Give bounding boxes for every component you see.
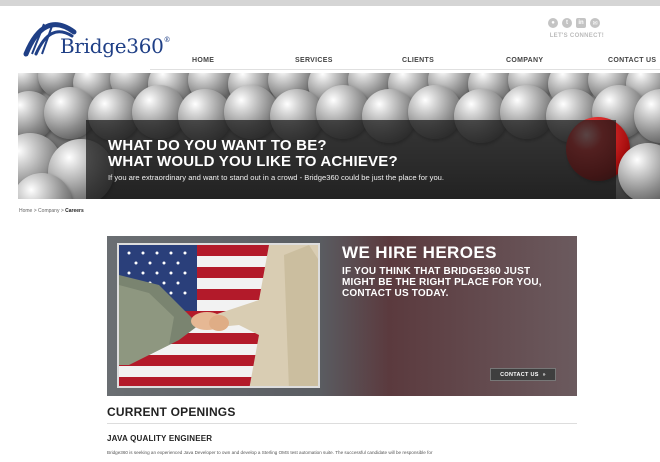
- twitter-icon[interactable]: t: [562, 18, 572, 28]
- main-nav: HOME SERVICES CLIENTS COMPANY CONTACT US: [0, 57, 660, 69]
- nav-clients[interactable]: CLIENTS: [402, 57, 434, 64]
- breadcrumb-separator: >: [60, 208, 64, 214]
- heroes-title: WE HIRE HEROES: [342, 243, 497, 262]
- connect-label: LET'S CONNECT!: [549, 33, 604, 39]
- contact-us-button[interactable]: CONTACT US »: [490, 368, 556, 381]
- breadcrumb-company[interactable]: Company: [38, 208, 59, 214]
- nav-divider: [150, 69, 660, 70]
- current-openings-heading: CURRENT OPENINGS: [107, 405, 236, 419]
- breadcrumb-separator: >: [33, 208, 37, 214]
- linkedin-icon[interactable]: in: [576, 18, 586, 28]
- social-icons: ● t in ✉: [548, 18, 600, 28]
- double-chevron-right-icon: »: [542, 371, 546, 378]
- breadcrumb: Home > Company > Careers: [19, 208, 84, 214]
- flickr-icon[interactable]: ●: [548, 18, 558, 28]
- email-icon[interactable]: ✉: [590, 18, 600, 28]
- handshake-image: [117, 243, 320, 388]
- breadcrumb-home[interactable]: Home: [19, 208, 32, 214]
- logo[interactable]: Bridge360®: [22, 14, 171, 60]
- job-description: Bridge360 is seeking an experienced Java…: [107, 450, 433, 455]
- job-title[interactable]: JAVA QUALITY ENGINEER: [107, 434, 212, 443]
- breadcrumb-current: Careers: [65, 208, 84, 214]
- logo-text: Bridge360®: [60, 34, 171, 58]
- hero-headline-2: WHAT WOULD YOU LIKE TO ACHIEVE?: [108, 153, 398, 170]
- nav-contact-us[interactable]: CONTACT US: [608, 57, 656, 64]
- nav-company[interactable]: COMPANY: [506, 57, 543, 64]
- top-bar: [0, 0, 660, 6]
- hero-headline-1: WHAT DO YOU WANT TO BE?: [108, 137, 327, 154]
- openings-divider: [107, 423, 577, 424]
- contact-us-button-label: CONTACT US: [500, 371, 539, 378]
- hero-subtitle: If you are extraordinary and want to sta…: [108, 173, 445, 182]
- heroes-text: IF YOU THINK THAT BRIDGE360 JUST MIGHT B…: [342, 266, 542, 299]
- nav-home[interactable]: HOME: [192, 57, 214, 64]
- nav-services[interactable]: SERVICES: [295, 57, 333, 64]
